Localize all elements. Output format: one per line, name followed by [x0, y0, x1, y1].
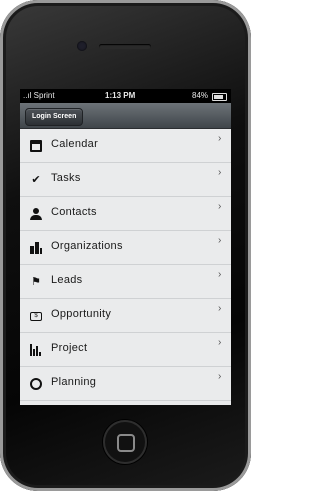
chevron-right-icon: ›: [218, 201, 222, 212]
chevron-right-icon: ›: [218, 337, 222, 348]
menu-item-planning[interactable]: Planning ›: [20, 367, 231, 401]
bar-chart-icon: [30, 344, 42, 356]
menu-item-label: Organizations: [51, 240, 123, 252]
screen: ..ıl Sprint 1:13 PM 84% Login Screen Cal…: [20, 89, 231, 405]
circle-icon: [30, 378, 42, 390]
person-icon: [30, 208, 42, 220]
phone-frame: ..ıl Sprint 1:13 PM 84% Login Screen Cal…: [0, 0, 251, 491]
chevron-right-icon: ›: [218, 303, 222, 314]
menu-item-label: Planning: [51, 376, 97, 388]
chevron-right-icon: ›: [218, 371, 222, 382]
menu-item-contacts[interactable]: Contacts ›: [20, 197, 231, 231]
flag-icon: ⚑: [31, 276, 41, 288]
menu-item-tasks[interactable]: ✔ Tasks ›: [20, 163, 231, 197]
menu-item-label: Contacts: [51, 206, 97, 218]
menu-item-label: Tasks: [51, 172, 81, 184]
chevron-right-icon: ›: [218, 269, 222, 280]
speaker-grille: [99, 44, 151, 49]
menu-item-opportunity[interactable]: $ Opportunity ›: [20, 299, 231, 333]
calendar-icon: [30, 140, 42, 152]
status-bar: ..ıl Sprint 1:13 PM 84%: [20, 89, 231, 103]
building-icon: [30, 242, 42, 254]
carrier-label: ..ıl Sprint: [23, 91, 55, 100]
money-icon: $: [30, 312, 42, 321]
checkmark-icon: ✔: [31, 174, 41, 186]
menu-item-label: Opportunity: [51, 308, 112, 320]
menu-item-label: Project: [51, 342, 88, 354]
navigation-bar: Login Screen: [20, 103, 231, 129]
menu-item-label: Leads: [51, 274, 83, 286]
chevron-right-icon: ›: [218, 167, 222, 178]
camera-icon: [77, 41, 87, 51]
menu-item-calendar[interactable]: Calendar ›: [20, 129, 231, 163]
battery-icon: [212, 93, 227, 101]
menu-item-leads[interactable]: ⚑ Leads ›: [20, 265, 231, 299]
clock: 1:13 PM: [105, 91, 136, 100]
battery-percent: 84%: [192, 91, 209, 100]
chevron-right-icon: ›: [218, 235, 222, 246]
home-icon: [117, 434, 135, 452]
menu-item-organizations[interactable]: Organizations ›: [20, 231, 231, 265]
back-button[interactable]: Login Screen: [25, 108, 84, 126]
menu-item-project[interactable]: Project ›: [20, 333, 231, 367]
menu-item-label: Calendar: [51, 138, 99, 150]
chevron-right-icon: ›: [218, 133, 222, 144]
main-menu: Calendar › ✔ Tasks › Contacts › Organiza…: [20, 129, 231, 401]
